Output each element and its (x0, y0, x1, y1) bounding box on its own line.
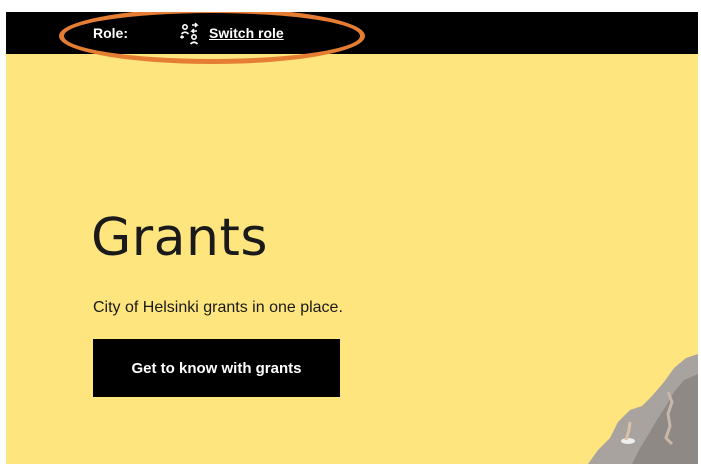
role-bar: Role: Switch role (6, 12, 698, 54)
switch-role-icon (180, 22, 199, 45)
switch-role-label: Switch role (209, 25, 284, 41)
page: Role: Switch role Grants City of Helsink… (6, 12, 698, 464)
hero-illustration (588, 354, 698, 464)
switch-role-link[interactable]: Switch role (180, 21, 284, 45)
get-to-know-grants-button[interactable]: Get to know with grants (93, 339, 340, 397)
hero-subtitle: City of Helsinki grants in one place. (93, 299, 343, 316)
page-title: Grants (91, 208, 268, 268)
role-label: Role: (93, 25, 128, 41)
